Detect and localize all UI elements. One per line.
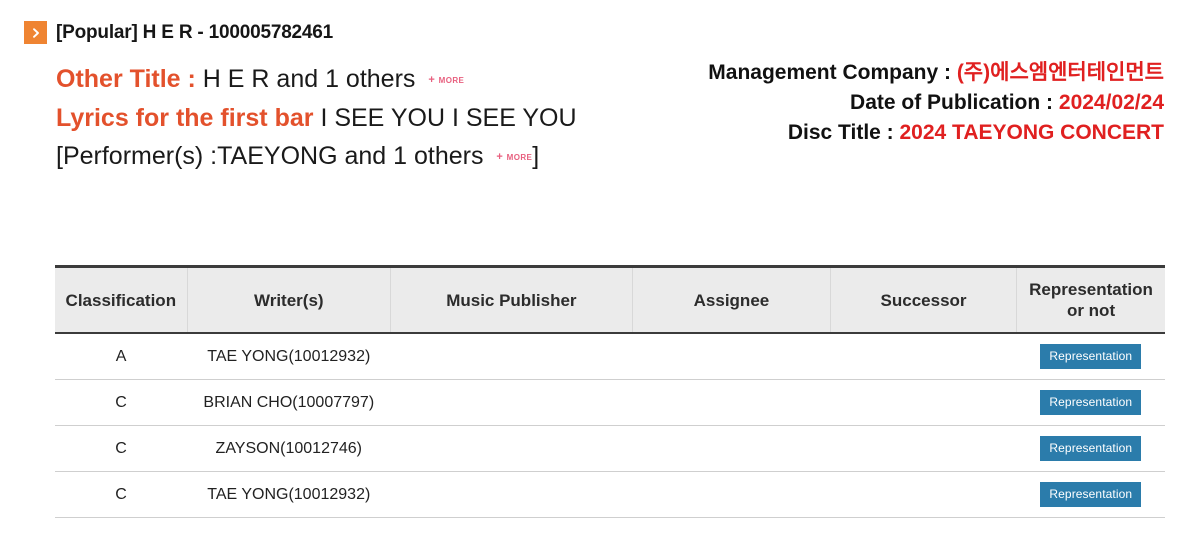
cell-music-publisher [390,333,633,380]
chevron-right-icon [24,21,47,44]
management-company-label: Management Company : [708,61,951,84]
cell-successor [830,425,1017,472]
cell-successor [830,471,1017,518]
lyrics-label: Lyrics for the first bar [56,104,314,132]
rights-table-body: A TAE YONG(10012932) Representation C BR… [55,333,1165,518]
column-header-representation-line1: Representation [1029,280,1153,299]
representation-badge[interactable]: Representation [1040,390,1142,415]
cell-assignee [632,333,831,380]
cell-music-publisher [390,471,633,518]
cell-classification: A [55,333,188,380]
table-row: C BRIAN CHO(10007797) Representation [55,379,1165,426]
cell-successor [830,333,1017,380]
cell-music-publisher [390,425,633,472]
other-title-line: Other Title : H E R and 1 others + more [56,60,696,99]
rights-table: Classification Writer(s) Music Publisher… [55,265,1165,518]
disc-title-line: Disc Title : 2024 TAEYONG CONCERT [708,118,1164,148]
column-header-music-publisher: Music Publisher [389,265,633,334]
representation-badge[interactable]: Representation [1040,436,1142,461]
publication-date-line: Date of Publication : 2024/02/24 [708,88,1164,118]
management-company-line: Management Company : (주)에스엠엔터테인먼트 [708,58,1164,88]
rights-table-head: Classification Writer(s) Music Publisher… [55,265,1165,334]
column-header-successor: Successor [830,265,1017,334]
cell-writer: ZAYSON(10012746) [187,425,391,472]
cell-classification: C [55,425,188,472]
disc-title-label: Disc Title : [787,121,894,144]
lyrics-value: I SEE YOU I SEE YOU [320,104,577,132]
cell-writer: BRIAN CHO(10007797) [187,379,391,426]
work-detail-page: [Popular] H E R - 100005782461 Other Tit… [0,0,1200,539]
cell-representation: Representation [1016,333,1165,380]
column-header-writers: Writer(s) [186,265,391,334]
cell-representation: Representation [1016,425,1165,472]
table-row: A TAE YONG(10012932) Representation [55,333,1165,380]
performer-suffix: ] [532,142,540,170]
page-title-row: [Popular] H E R - 100005782461 [24,21,333,44]
other-title-value: H E R and 1 others [202,65,416,93]
column-header-representation-line2: or not [1066,301,1116,320]
other-title-label: Other Title : [56,65,196,93]
performer-value: TAEYONG and 1 others [217,142,484,170]
other-title-more-button[interactable]: + more [428,61,464,99]
cell-assignee [632,425,831,472]
publication-date-value: 2024/02/24 [1058,91,1164,114]
performer-prefix: [Performer(s) : [56,142,218,170]
cell-classification: C [55,379,188,426]
cell-writer: TAE YONG(10012932) [187,333,391,380]
work-info-left: Other Title : H E R and 1 others + more … [56,60,696,176]
table-row: C TAE YONG(10012932) Representation [55,471,1165,518]
publication-date-label: Date of Publication : [850,91,1054,114]
rights-table-wrapper: Classification Writer(s) Music Publisher… [55,265,1165,518]
column-header-representation: Representation or not [1016,265,1165,334]
cell-successor [830,379,1017,426]
management-company-value: (주)에스엠엔터테인먼트 [956,61,1164,84]
performer-more-button[interactable]: + more [496,138,532,176]
page-title: [Popular] H E R - 100005782461 [56,21,334,43]
work-info-right: Management Company : (주)에스엠엔터테인먼트 Date o… [708,58,1164,148]
table-header-row: Classification Writer(s) Music Publisher… [55,265,1165,334]
cell-representation: Representation [1016,471,1165,518]
column-header-classification: Classification [55,265,188,334]
cell-writer: TAE YONG(10012932) [187,471,391,518]
cell-assignee [632,379,831,426]
lyrics-line: Lyrics for the first bar I SEE YOU I SEE… [56,99,696,137]
table-row: C ZAYSON(10012746) Representation [55,425,1165,472]
cell-classification: C [55,471,188,518]
disc-title-value: 2024 TAEYONG CONCERT [899,121,1165,144]
performer-line: [Performer(s) :TAEYONG and 1 others + mo… [56,137,696,176]
column-header-assignee: Assignee [631,265,831,334]
representation-badge[interactable]: Representation [1040,344,1142,369]
representation-badge[interactable]: Representation [1040,482,1142,507]
cell-assignee [632,471,831,518]
cell-music-publisher [390,379,633,426]
cell-representation: Representation [1016,379,1165,426]
